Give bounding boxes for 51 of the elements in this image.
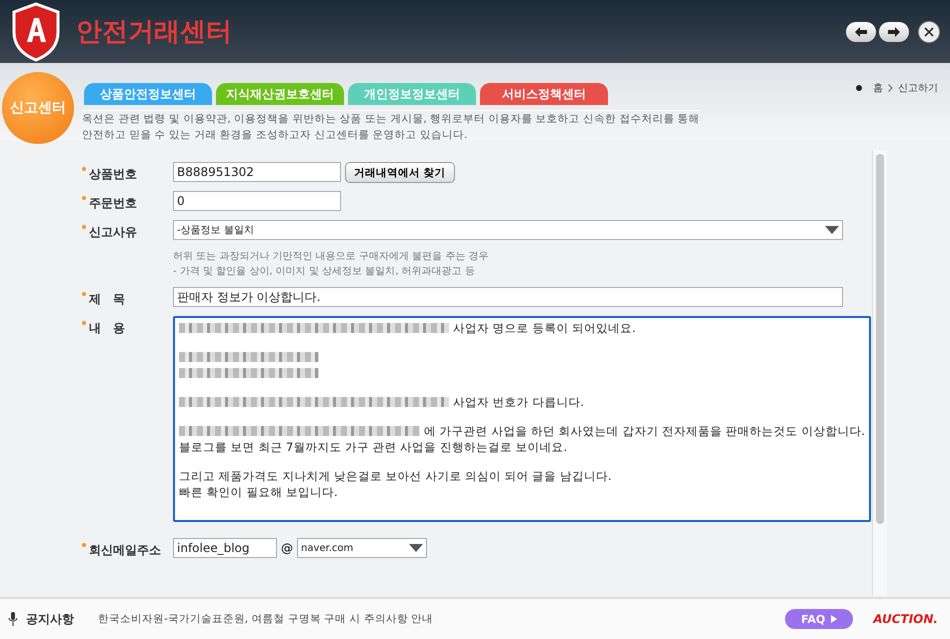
input-field[interactable]: 0 [173,191,341,211]
field-label: 상품번호 [89,166,137,183]
bullet-icon [856,85,862,91]
close-button[interactable] [918,20,940,42]
left-arrow-icon [855,26,867,36]
text-line: 빠른 확인이 필요해 보입니다. [179,484,338,500]
microphone-icon [8,612,18,626]
required-mark [82,167,86,171]
field-label: 주문번호 [89,195,137,212]
input-field[interactable]: infolee_blog [173,538,277,558]
input-field[interactable]: B888951302 [173,162,341,182]
text-area[interactable]: 사업자 명으로 등록이 되어있네요. 사업자 번호가 다릅니다. 에 가구관련 사업을 하던 회사였는데 갑자기 전자제품을 판매하는것도 이상합니다. 블로그를 보면 최근 7월까지도 가구 관련 사업을 진행하는걸로 보이네요. 그리고 제품가격도 지나치게 낮은걸로 보아선 사기로 의심이 되어 글을 남깁니다. 빠른 확인이 필요해 보입니다. [173,316,871,522]
close-icon [924,26,934,36]
dropdown[interactable]: -상품정보 불일치 [173,220,843,240]
intro-text: 옥션은 관련 법령 및 이용약관, 이용정책을 위반하는 상품 또는 게시물, 행위로부터 이용자를 보호하고 신속한 접수처리를 통해 안전하고 믿을 수 있는 거래 환경을 조성하고자 신고센터를 운영하고 있습니다. [82,110,700,143]
scrollbar[interactable] [872,150,887,595]
brand-logo: AUCTION. [873,612,938,626]
field-label: 제 목 [89,291,125,308]
dropdown-caret-icon [825,226,839,234]
text-line: 사업자 번호가 다릅니다. [453,394,584,410]
section-badge: 신고센터 [2,72,74,144]
field-label: 내 용 [89,320,125,337]
required-mark [82,543,86,547]
dropdown-caret-icon [409,544,423,552]
hint-text: 허위 또는 과장되거나 기만적인 내용으로 구매자에게 불편을 주는 경우 - 가격 및 할인율 상이, 이미지 및 상세정보 불일치, 허위과대광고 등 [173,250,490,279]
search-history-button[interactable]: 거래내역에서 찾기 [345,162,455,183]
text-line: 그리고 제품가격도 지나치게 낮은걸로 보아선 사기로 의심이 되어 글을 남깁니다. [179,468,612,484]
field-label: 신고사유 [89,224,137,241]
breadcrumb-link[interactable]: 신고하기 [898,81,938,95]
required-mark [82,321,86,325]
required-mark [82,196,86,200]
play-triangle-icon [831,615,838,623]
required-mark [82,225,86,229]
notice-label: 공지사항 [26,610,74,628]
at-sign: @ [281,541,293,555]
field-label: 회신메일주소 [89,542,161,559]
notice-link[interactable]: 한국소비자원-국가기술표준원, 여름철 구명복 구매 시 주의사항 안내 [98,612,434,626]
forward-button[interactable] [879,22,909,42]
tab[interactable]: 서비스정책센터 [480,83,608,105]
right-arrow-icon [888,26,900,36]
back-button[interactable] [846,22,876,42]
shield-logo-icon [10,2,62,62]
text-line: 블로그를 보면 최근 7월까지도 가구 관련 사업을 진행하는걸로 보이네요. [179,440,568,454]
input-field[interactable]: 판매자 정보가 이상합니다. [173,287,843,307]
chevron-icon [888,84,893,92]
required-mark [82,292,86,296]
breadcrumb-link[interactable]: 홈 [873,81,883,95]
app-title: 안전거래센터 [76,16,232,49]
text-line: 사업자 명으로 등록이 되어있네요. [453,320,636,336]
text-line: 에 가구관련 사업을 하던 회사였는데 갑자기 전자제품을 판매하는것도 이상합니다. [424,424,865,438]
dropdown[interactable]: naver.com [297,538,427,558]
